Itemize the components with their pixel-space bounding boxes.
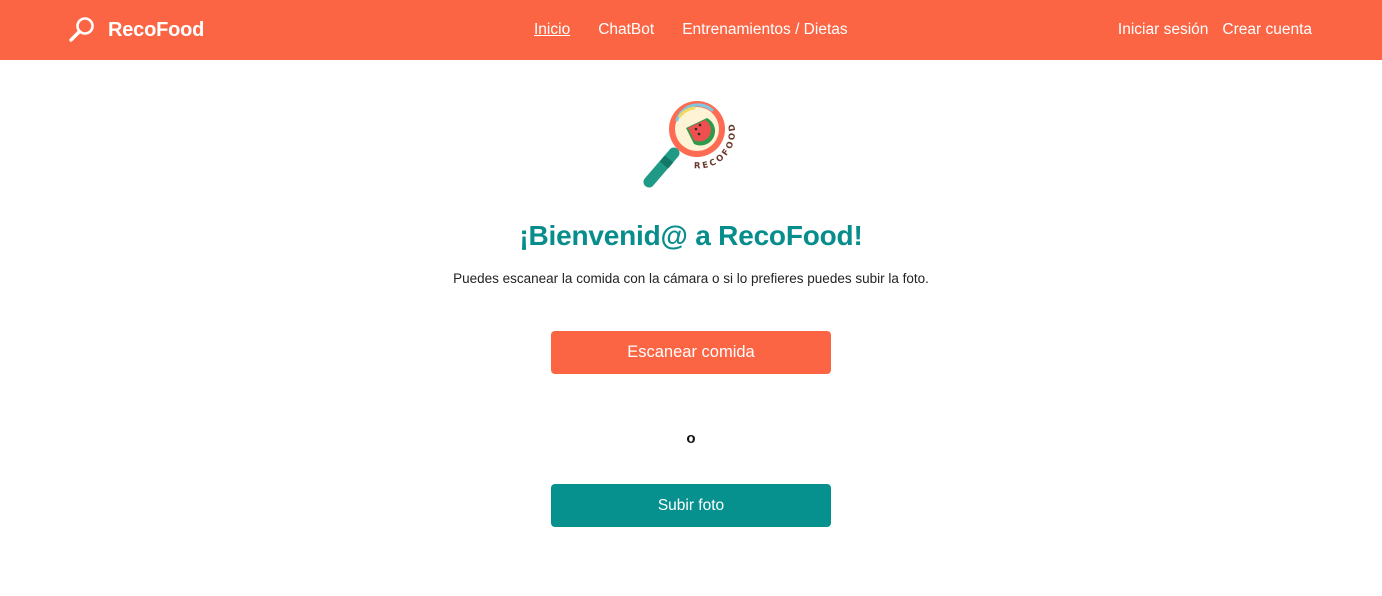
brand-name: RecoFood [108,18,205,41]
navbar: RecoFood Inicio ChatBot Entrenamientos /… [0,0,1382,60]
nav-link-entrenamientos-dietas[interactable]: Entrenamientos / Dietas [682,21,847,39]
nav-link-inicio[interactable]: Inicio [534,21,570,39]
login-link[interactable]: Iniciar sesión [1118,21,1208,39]
or-separator: o [686,430,696,447]
page-subtitle: Puedes escanear la comida con la cámara … [453,271,929,286]
signup-link[interactable]: Crear cuenta [1222,21,1312,39]
magnifier-handle-icon [643,147,680,188]
scan-food-button[interactable]: Escanear comida [551,331,831,374]
page-title: ¡Bienvenid@ a RecoFood! [519,220,863,251]
auth-nav: Iniciar sesión Crear cuenta [1104,19,1312,41]
magnifier-icon [68,16,96,44]
upload-photo-button[interactable]: Subir foto [551,484,831,527]
nav-link-chatbot[interactable]: ChatBot [598,21,654,39]
main-nav: Inicio ChatBot Entrenamientos / Dietas [534,19,876,41]
recofood-logo: RECOFOOD [636,98,746,190]
brand-link[interactable]: RecoFood [68,16,204,44]
